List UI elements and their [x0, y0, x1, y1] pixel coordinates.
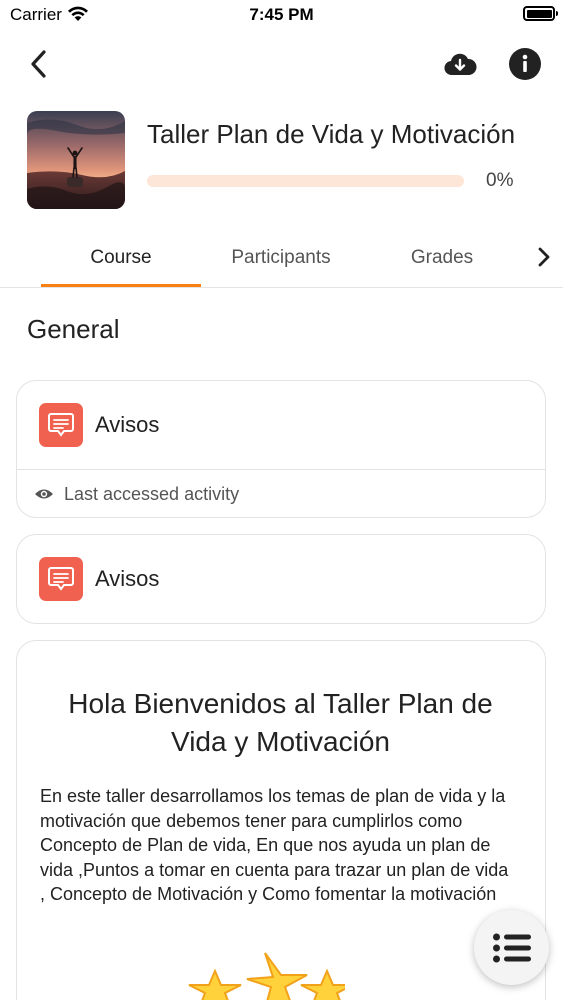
tab-participants[interactable]: Participants: [201, 228, 361, 287]
course-index-button[interactable]: [474, 910, 549, 985]
module-label: Avisos: [95, 566, 160, 591]
clock: 7:45 PM: [249, 5, 314, 24]
back-button[interactable]: [18, 44, 58, 84]
tab-grades-label: Grades: [410, 246, 474, 268]
forum-icon: [39, 403, 83, 447]
module-label: Avisos: [95, 412, 160, 437]
last-accessed-label: Last accessed activity: [64, 483, 240, 504]
tabs-next-button[interactable]: [530, 240, 558, 274]
chevron-right-icon: [538, 247, 550, 267]
welcome-description: En este taller desarrollamos los temas d…: [40, 786, 509, 904]
info-button[interactable]: [505, 44, 545, 84]
forum-icon: [39, 557, 83, 601]
last-accessed-indicator: Last accessed activity: [17, 470, 545, 517]
tab-bar: Course Participants Grades: [0, 228, 563, 288]
module-avisos[interactable]: Avisos: [17, 381, 545, 469]
chevron-left-icon: [31, 50, 46, 78]
course-image: [27, 111, 125, 209]
battery-icon: [523, 6, 558, 21]
module-card: Avisos Last accessed activity: [16, 380, 546, 518]
module-avisos[interactable]: Avisos: [17, 535, 545, 623]
info-icon: [509, 48, 541, 80]
download-button[interactable]: [438, 44, 482, 84]
welcome-heading: Hola Bienvenidos al Taller Plan de Vida …: [68, 688, 493, 757]
progress-bar: [147, 175, 464, 187]
tab-participants-label: Participants: [231, 246, 331, 268]
eye-icon: [35, 489, 53, 499]
tab-grades[interactable]: Grades: [362, 228, 522, 287]
list-icon: [492, 933, 531, 962]
tab-course[interactable]: Course: [41, 228, 201, 287]
status-bar: Carrier 7:45 PM: [0, 0, 563, 30]
cloud-download-icon: [444, 53, 477, 76]
section-title: General: [27, 314, 120, 344]
welcome-card: Hola Bienvenidos al Taller Plan de Vida …: [16, 640, 546, 1000]
course-title: Taller Plan de Vida y Motivación: [147, 119, 516, 149]
tab-course-label: Course: [90, 246, 152, 268]
progress-percent: 0%: [486, 170, 514, 191]
module-card: Avisos: [16, 534, 546, 624]
stars-image: [188, 952, 345, 1000]
